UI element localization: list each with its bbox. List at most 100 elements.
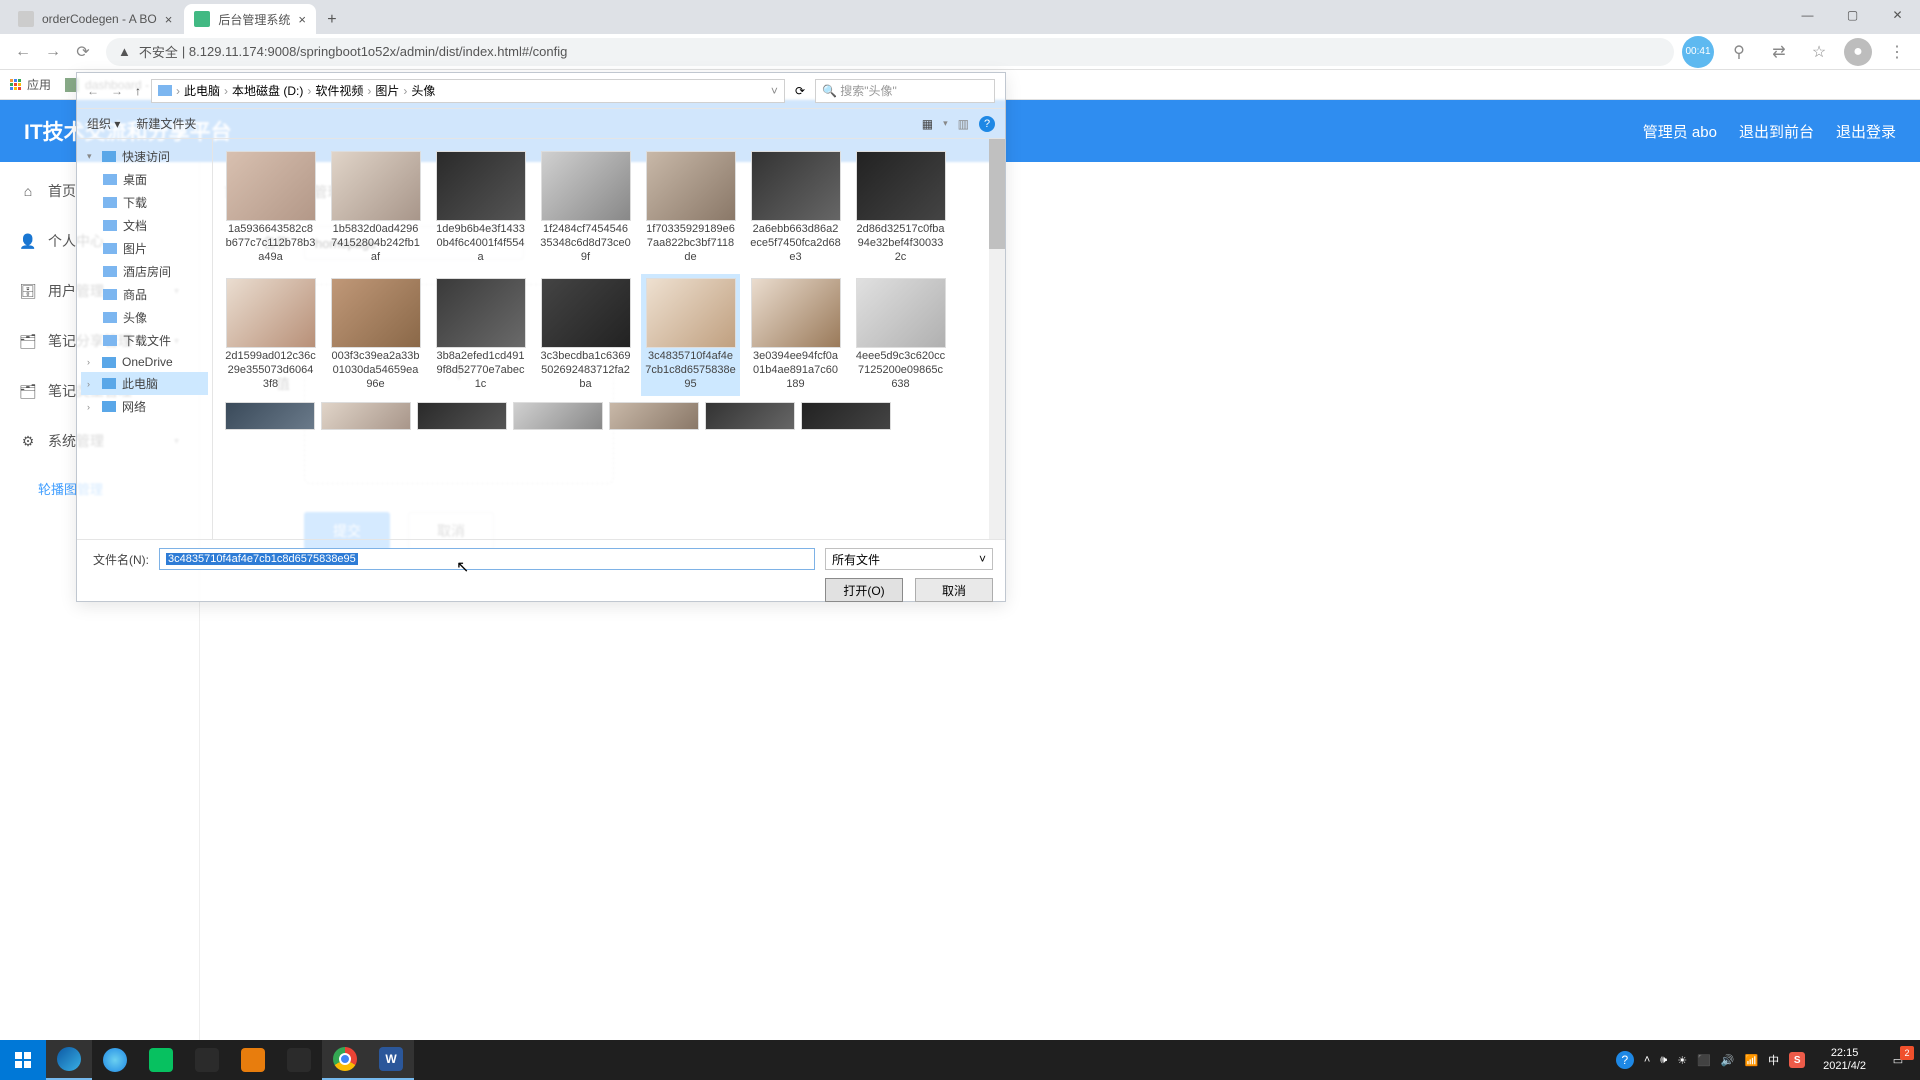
path-seg-d[interactable]: 本地磁盘 (D:) — [232, 82, 303, 99]
file-item[interactable]: 1de9b6b4e3f14330b4f6c4001f4f554a — [431, 147, 530, 268]
dlg-up-button[interactable]: ↑ — [135, 84, 141, 98]
tab-ordercodegen[interactable]: orderCodegen - A BO × — [8, 4, 182, 34]
taskbar-ie[interactable] — [92, 1040, 138, 1080]
window-maximize[interactable]: ▢ — [1830, 0, 1875, 30]
path-dropdown-icon[interactable]: ˅ — [771, 84, 778, 98]
dialog-cancel-button[interactable]: 取消 — [915, 578, 993, 602]
file-item[interactable]: 1f70335929189e67aa822bc3bf7118de — [641, 147, 740, 268]
tray-icon[interactable]: 📶 — [1744, 1054, 1758, 1067]
taskbar-app2[interactable] — [230, 1040, 276, 1080]
file-thumbnail[interactable] — [513, 402, 603, 430]
nav-forward-button[interactable]: → — [38, 37, 68, 67]
tray-overflow-icon[interactable]: ˄ — [1644, 1054, 1650, 1066]
file-item[interactable]: 3b8a2efed1cd4919f8d52770e7abec1c — [431, 274, 530, 395]
dlg-refresh-button[interactable]: ⟳ — [795, 84, 805, 98]
taskbar-clock[interactable]: 22:15 2021/4/2 — [1813, 1047, 1876, 1073]
tray-icon[interactable]: 🔊 — [1721, 1054, 1735, 1067]
organize-button[interactable]: 组织 ▾ — [87, 115, 120, 132]
tree-avatars[interactable]: 头像 — [81, 306, 208, 329]
file-thumbnail[interactable] — [609, 402, 699, 430]
dialog-search-input[interactable]: 🔍 搜索"头像" — [815, 79, 995, 103]
tab-close-icon[interactable]: × — [298, 12, 306, 27]
file-thumbnail[interactable] — [321, 402, 411, 430]
path-seg-3[interactable]: 头像 — [411, 82, 435, 99]
dialog-open-button[interactable]: 打开(O) — [825, 578, 903, 602]
tray-icon[interactable]: ☀ — [1677, 1054, 1687, 1067]
file-item[interactable]: 1a5936643582c8b677c7c112b78b3a49a — [221, 147, 320, 268]
tab-admin[interactable]: 后台管理系统 × — [184, 4, 316, 34]
tray-icon[interactable]: ⬛ — [1697, 1054, 1711, 1067]
file-thumbnail[interactable] — [705, 402, 795, 430]
dialog-path-bar[interactable]: › 此电脑 › 本地磁盘 (D:) › 软件视频 › 图片 › 头像 ˅ — [151, 79, 785, 103]
tree-thispc[interactable]: ›此电脑 — [81, 372, 208, 395]
tree-onedrive[interactable]: ›OneDrive — [81, 352, 208, 372]
tray-icon[interactable]: 🕪 — [1660, 1054, 1667, 1067]
translate-icon[interactable]: ⚲ — [1724, 37, 1754, 67]
help-tray-icon[interactable]: ? — [1616, 1051, 1634, 1069]
help-icon[interactable]: ? — [979, 116, 995, 132]
file-item[interactable]: 3c3becdba1c6369502692483712fa2ba — [536, 274, 635, 395]
nav-reload-button[interactable]: ⟳ — [68, 37, 98, 67]
admin-label[interactable]: 管理员 abo — [1643, 121, 1717, 142]
nav-back-button[interactable]: ← — [8, 37, 38, 67]
ime-indicator[interactable]: 中 — [1768, 1052, 1779, 1068]
tree-pictures[interactable]: 图片 — [81, 237, 208, 260]
window-close[interactable]: ✕ — [1875, 0, 1920, 30]
tree-downloads[interactable]: 下载 — [81, 191, 208, 214]
new-tab-button[interactable]: + — [318, 6, 346, 34]
view-dropdown-icon[interactable]: ▾ — [943, 118, 948, 129]
file-thumbnail[interactable] — [801, 402, 891, 430]
newfolder-button[interactable]: 新建文件夹 — [136, 115, 196, 132]
file-name: 1f70335929189e67aa822bc3bf7118de — [645, 223, 736, 264]
translate-icon[interactable]: ⇄ — [1764, 37, 1794, 67]
filetype-select[interactable]: 所有文件 ˅ — [825, 548, 993, 570]
file-item[interactable]: 1f2484cf745454635348c6d8d73ce09f — [536, 147, 635, 268]
chrome-menu-icon[interactable]: ⋮ — [1882, 37, 1912, 67]
logout-link[interactable]: 退出登录 — [1836, 121, 1896, 142]
start-button[interactable] — [0, 1040, 46, 1080]
file-item[interactable]: 003f3c39ea2a33b01030da54659ea96e — [326, 274, 425, 395]
tab-close-icon[interactable]: × — [165, 12, 173, 27]
file-item[interactable]: 3e0394ee94fcf0a01b4ae891a7c60189 — [746, 274, 845, 395]
taskbar-wechat[interactable] — [138, 1040, 184, 1080]
file-thumbnail[interactable] — [225, 402, 315, 430]
goto-front-link[interactable]: 退出到前台 — [1739, 121, 1814, 142]
tree-quick-access[interactable]: ▾快速访问 — [81, 145, 208, 168]
scrollbar-thumb[interactable] — [989, 139, 1005, 249]
file-thumbnail[interactable] — [417, 402, 507, 430]
tree-hotel[interactable]: 酒店房间 — [81, 260, 208, 283]
path-seg-pc[interactable]: 此电脑 — [184, 82, 220, 99]
window-minimize[interactable]: ― — [1785, 0, 1830, 30]
file-item[interactable]: 4eee5d9c3c620cc7125200e09865c638 — [851, 274, 950, 395]
dialog-scrollbar[interactable] — [989, 139, 1005, 539]
apps-button[interactable]: 应用 — [10, 76, 51, 93]
path-seg-2[interactable]: 图片 — [375, 82, 399, 99]
dlg-back-button[interactable]: ← — [87, 84, 99, 98]
address-bar[interactable]: ▲ 不安全 | 8.129.11.174:9008/springboot1o52… — [106, 38, 1674, 66]
file-item[interactable]: 2d86d32517c0fba94e32bef4f300332c — [851, 147, 950, 268]
view-mode-button[interactable]: ▦ — [922, 117, 933, 131]
file-thumbnail — [226, 278, 316, 348]
file-item[interactable]: 1b5832d0ad429674152804b242fb1af — [326, 147, 425, 268]
taskbar-edge[interactable] — [46, 1040, 92, 1080]
file-item[interactable]: 2d1599ad012c36c29e355073d60643f8 — [221, 274, 320, 395]
profile-avatar[interactable]: ● — [1844, 38, 1872, 66]
taskbar-chrome[interactable] — [322, 1040, 368, 1080]
tree-goods[interactable]: 商品 — [81, 283, 208, 306]
path-seg-1[interactable]: 软件视频 — [315, 82, 363, 99]
filename-input[interactable]: 3c4835710f4af4e7cb1c8d6575838e95 — [159, 548, 815, 570]
tree-documents[interactable]: 文档 — [81, 214, 208, 237]
taskbar-app1[interactable] — [184, 1040, 230, 1080]
file-item[interactable]: 2a6ebb663d86a2ece5f7450fca2d68e3 — [746, 147, 845, 268]
preview-pane-button[interactable]: ▥ — [958, 117, 969, 131]
bookmark-star-icon[interactable]: ☆ — [1804, 37, 1834, 67]
taskbar-app3[interactable] — [276, 1040, 322, 1080]
sogou-icon[interactable]: S — [1789, 1052, 1805, 1068]
file-item-selected[interactable]: 3c4835710f4af4e7cb1c8d6575838e95 — [641, 274, 740, 395]
tree-downloaded-files[interactable]: 下载文件 — [81, 329, 208, 352]
dlg-forward-button[interactable]: → — [111, 84, 123, 98]
tree-desktop[interactable]: 桌面 — [81, 168, 208, 191]
tree-network[interactable]: ›网络 — [81, 395, 208, 418]
taskbar-word[interactable]: W — [368, 1040, 414, 1080]
notification-center[interactable]: ▭ 2 — [1876, 1040, 1920, 1080]
